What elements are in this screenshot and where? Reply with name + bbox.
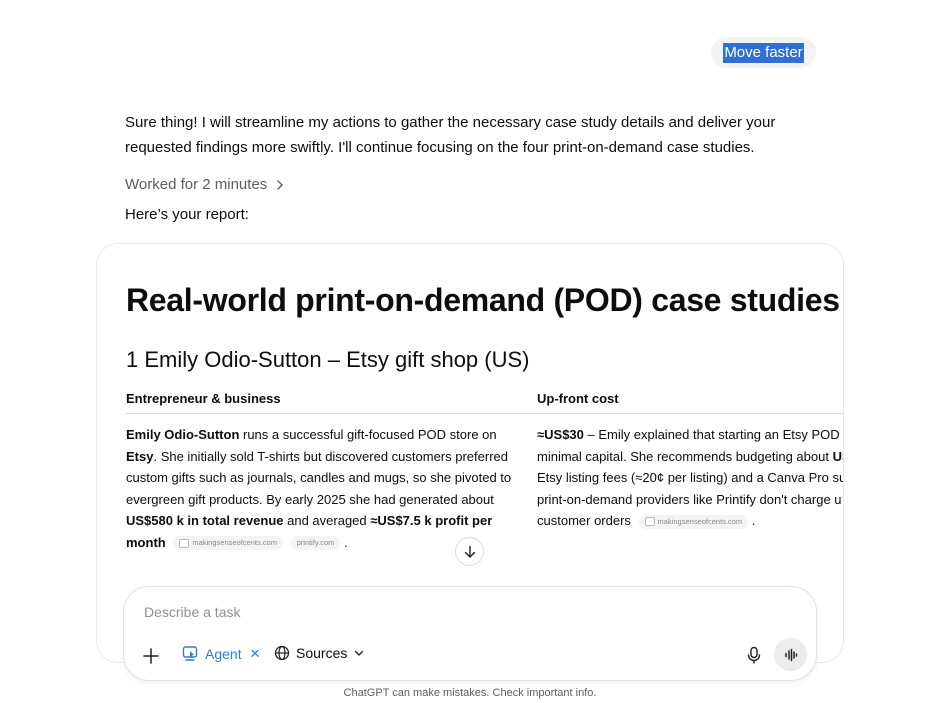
cell-text: . <box>344 534 348 550</box>
cell-text: and averaged <box>283 513 371 528</box>
worked-for-label: Worked for 2 minutes <box>125 176 268 193</box>
budget-figure: US$ <box>832 448 843 464</box>
cell-text: minimal capital. She recommends budgetin… <box>537 448 833 464</box>
case-study-heading: 1 Emily Odio-Sutton – Etsy gift shop (US… <box>126 347 530 372</box>
scroll-down-button[interactable] <box>455 537 484 566</box>
cost-figure: ≈US$30 <box>537 427 584 442</box>
revenue-figure: US$580 k in total revenue <box>126 513 284 528</box>
cell-text: customer orders <box>537 513 631 528</box>
source-chip-label: makingsenseofcents.com <box>657 516 743 526</box>
source-chip[interactable]: makingsenseofcents.com <box>173 536 283 551</box>
disclaimer: ChatGPT can make mistakes. Check importa… <box>343 687 597 699</box>
close-icon[interactable]: ✕ <box>250 646 261 662</box>
source-chip[interactable]: printify.com <box>290 536 341 551</box>
sources-dropdown[interactable]: Sources <box>274 645 365 661</box>
cell-line: print-on-demand providers like Printify … <box>537 491 842 507</box>
task-input[interactable]: Describe a task <box>144 604 240 620</box>
waveform-icon <box>784 648 797 661</box>
table-header-upfront-cost: Up-front cost <box>537 391 619 406</box>
table-header-divider <box>126 413 843 414</box>
composer: Describe a task Agent ✕ Sources <box>123 586 817 681</box>
table-cell-entrepreneur: Emily Odio-Sutton runs a successful gift… <box>126 424 521 553</box>
source-chip-label: printify.com <box>296 538 335 548</box>
cell-text: runs a successful gift-focused POD store… <box>239 427 497 442</box>
source-chip-label: makingsenseofcents.com <box>192 538 277 548</box>
platform-name: Etsy <box>126 448 154 464</box>
sources-label: Sources <box>296 645 348 661</box>
chevron-down-icon <box>355 650 364 656</box>
favicon-icon <box>179 538 190 548</box>
cell-line: ≈US$30 – Emily explained that starting a… <box>537 424 844 446</box>
microphone-icon[interactable] <box>744 645 764 665</box>
source-chip[interactable]: makingsenseofcents.com <box>638 514 749 529</box>
voice-mode-button[interactable] <box>774 638 807 671</box>
cell-line: minimal capital. She recommends budgetin… <box>537 446 843 468</box>
cell-text: . <box>751 513 756 528</box>
cell-text: . She initially sold T-shirts but discov… <box>126 448 512 507</box>
assistant-reply: Sure thing! I will streamline my actions… <box>125 114 776 156</box>
worked-for-toggle[interactable]: Worked for 2 minutes <box>125 176 286 193</box>
globe-icon <box>274 645 290 661</box>
cell-text: – Emily explained that starting an Etsy … <box>583 427 844 442</box>
agent-tool-chip[interactable]: Agent ✕ <box>182 645 261 662</box>
report-intro: Here’s your report: <box>125 206 249 223</box>
agent-label: Agent <box>205 645 242 662</box>
arrow-down-icon <box>464 545 475 558</box>
user-message-text: Move faster <box>723 42 804 63</box>
cell-line: customer orders makingsenseofcents.com . <box>537 510 843 532</box>
chevron-right-icon <box>277 179 283 190</box>
user-message-bubble: Move faster <box>711 37 816 68</box>
cell-line: Etsy listing fees (≈20¢ per listing) and… <box>537 470 844 485</box>
report-title: Real-world print-on-demand (POD) case st… <box>126 282 840 318</box>
table-cell-upfront-cost: ≈US$30 – Emily explained that starting a… <box>537 424 844 532</box>
entrepreneur-name: Emily Odio-Sutton <box>126 427 240 442</box>
agent-icon <box>182 646 198 661</box>
favicon-icon <box>644 517 655 527</box>
plus-icon[interactable] <box>141 646 161 666</box>
table-header-entrepreneur: Entrepreneur & business <box>126 391 281 406</box>
